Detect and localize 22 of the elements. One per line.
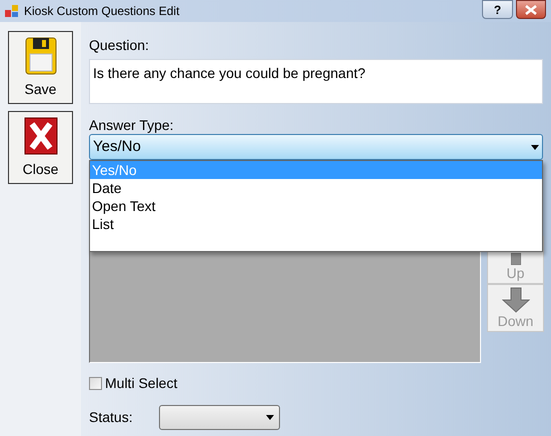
window-title: Kiosk Custom Questions Edit [24,3,180,20]
close-icon [525,4,537,14]
app-icon [5,4,19,18]
dropdown-option[interactable]: Date [90,179,542,197]
status-label: Status: [89,408,134,427]
close-button[interactable]: Close [8,111,73,184]
caret-icon [531,144,539,150]
down-arrow-icon [502,287,530,313]
dropdown-option[interactable]: Open Text [90,197,542,215]
dropdown-option[interactable]: List [90,215,542,233]
answer-type-dropdown[interactable]: Yes/No [89,134,543,160]
save-button[interactable]: Save [8,31,73,104]
help-button[interactable]: ? [482,0,513,19]
answer-type-label: Answer Type: [89,116,175,134]
caret-icon [266,415,274,420]
close-icon [22,116,58,156]
question-field[interactable]: Is there any chance you could be pregnant? [89,59,543,104]
question-label: Question: [89,36,150,55]
multi-select-label: Multi Select [105,374,178,393]
status-dropdown[interactable] [159,405,280,430]
multi-select-checkbox[interactable] [89,377,102,390]
close-window-button[interactable] [516,0,546,19]
